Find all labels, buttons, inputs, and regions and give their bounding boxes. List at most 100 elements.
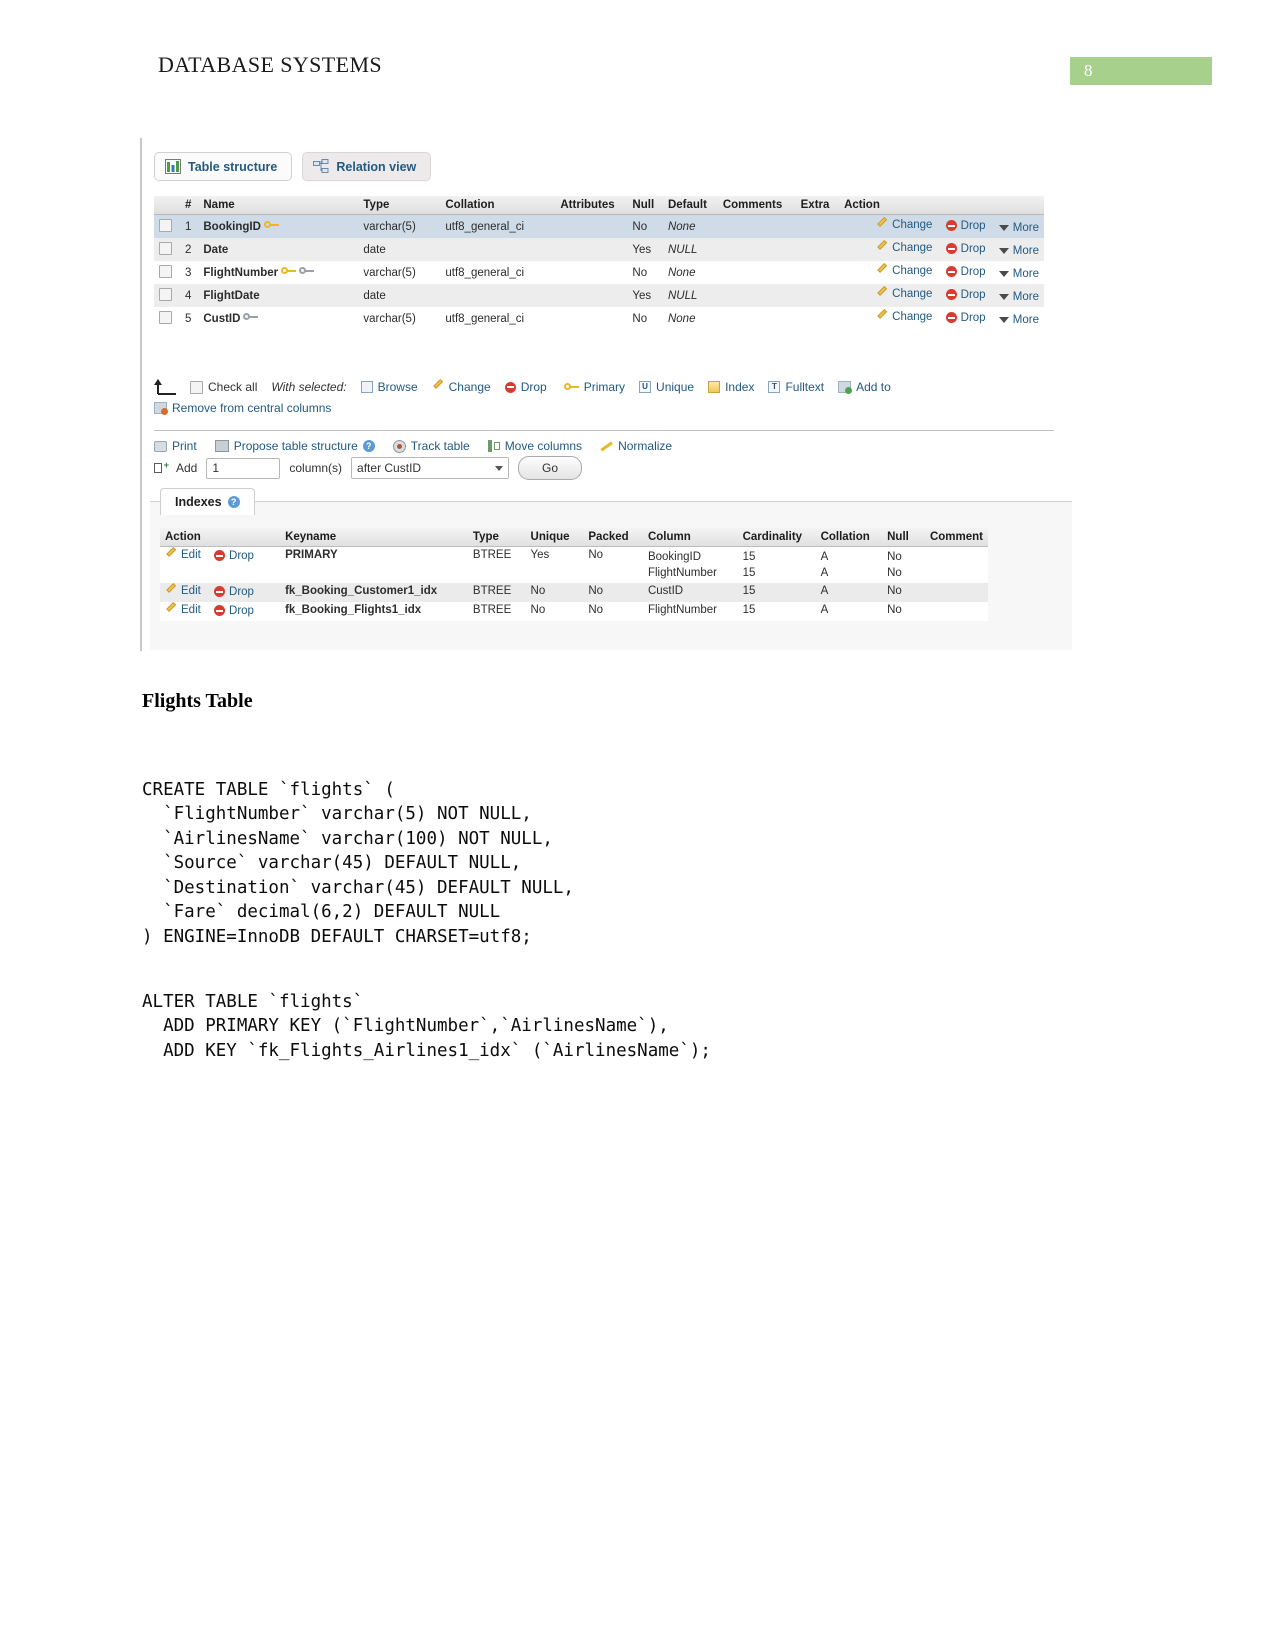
with-selected-label: With selected: xyxy=(271,380,347,394)
row-type: varchar(5) xyxy=(358,214,441,238)
check-all-control[interactable]: Check all xyxy=(190,380,257,394)
add-label: Add xyxy=(176,461,198,475)
row-type: varchar(5) xyxy=(358,307,441,330)
idx-header-collation: Collation xyxy=(815,528,883,547)
col-header-null[interactable]: Null xyxy=(627,196,663,215)
check-all-checkbox[interactable] xyxy=(190,380,203,394)
bulk-action-drop[interactable]: Drop xyxy=(504,380,547,394)
bulk-action-unique[interactable]: U Unique xyxy=(639,380,694,394)
table-structure-icon xyxy=(165,159,181,174)
action-more[interactable]: More xyxy=(998,268,1039,280)
op-propose-table-structure[interactable]: Propose table structure ? xyxy=(214,439,375,453)
index-row[interactable]: Edit Drop PRIMARY BTREE Yes No BookingID… xyxy=(160,546,988,583)
go-button[interactable]: Go xyxy=(518,456,583,480)
remove-central-columns-icon xyxy=(154,402,168,415)
index-row[interactable]: Edit Drop fk_Booking_Flights1_idx BTREE … xyxy=(160,602,988,621)
idx-header-type: Type xyxy=(467,528,526,547)
col-header-extra[interactable]: Extra xyxy=(795,196,840,215)
col-header-attributes[interactable]: Attributes xyxy=(555,196,628,215)
op-track-table[interactable]: Track table xyxy=(392,439,470,453)
action-drop[interactable]: Drop xyxy=(945,243,986,255)
action-change[interactable]: Change xyxy=(876,219,932,231)
bulk-action-primary[interactable]: Primary xyxy=(561,380,625,394)
browse-icon xyxy=(360,381,373,393)
index-icon xyxy=(708,381,721,393)
index-drop[interactable]: Drop xyxy=(214,586,254,598)
index-comment xyxy=(924,602,988,621)
col-header-collation[interactable]: Collation xyxy=(440,196,556,215)
chevron-down-icon xyxy=(998,317,1009,323)
chevron-down-icon xyxy=(998,271,1009,277)
help-icon[interactable]: ? xyxy=(362,440,375,452)
table-row[interactable]: 2 Date date Yes NULL Change Drop More xyxy=(154,238,1044,261)
table-row[interactable]: 4 FlightDate date Yes NULL Change Drop M… xyxy=(154,284,1044,307)
bulk-action-browse[interactable]: Browse xyxy=(360,380,418,394)
op-normalize[interactable]: Normalize xyxy=(600,439,672,453)
remove-from-central-columns[interactable]: Remove from central columns xyxy=(154,401,331,415)
index-drop[interactable]: Drop xyxy=(214,550,254,562)
row-checkbox[interactable] xyxy=(159,288,172,301)
table-row[interactable]: 5 CustID varchar(5) utf8_general_ci No N… xyxy=(154,307,1044,330)
action-drop[interactable]: Drop xyxy=(945,220,986,232)
eye-icon xyxy=(392,439,406,453)
table-row[interactable]: 1 BookingID varchar(5) utf8_general_ci N… xyxy=(154,214,1044,238)
index-cardinality: 15 xyxy=(737,602,816,621)
sql-alter-table-flights: ALTER TABLE `flights` ADD PRIMARY KEY (`… xyxy=(142,991,711,1061)
bulk-action-change[interactable]: Change xyxy=(432,380,491,394)
action-drop[interactable]: Drop xyxy=(945,289,986,301)
bulk-action-fulltext[interactable]: T Fulltext xyxy=(768,380,824,394)
pencil-icon xyxy=(432,381,444,393)
col-header-comments[interactable]: Comments xyxy=(717,196,796,215)
index-keyname: PRIMARY xyxy=(280,546,468,583)
chevron-down-icon xyxy=(998,225,1009,231)
action-change[interactable]: Change xyxy=(876,311,932,323)
page-number-text: 8 xyxy=(1084,61,1093,80)
row-checkbox[interactable] xyxy=(159,265,172,278)
row-checkbox[interactable] xyxy=(159,311,172,324)
index-columns: FlightNumber xyxy=(642,602,738,621)
col-header-name[interactable]: Name xyxy=(198,196,359,215)
tab-table-structure[interactable]: Table structure xyxy=(154,152,293,181)
action-change[interactable]: Change xyxy=(876,288,932,300)
row-actions: Change Drop More xyxy=(839,307,1044,330)
row-number: 3 xyxy=(180,261,199,284)
add-column-position-select[interactable]: after CustID xyxy=(351,457,510,479)
action-drop[interactable]: Drop xyxy=(945,266,986,278)
action-more[interactable]: More xyxy=(998,222,1039,234)
action-change[interactable]: Change xyxy=(876,242,932,254)
row-checkbox[interactable] xyxy=(159,219,172,232)
bulk-action-index[interactable]: Index xyxy=(708,380,754,394)
action-more[interactable]: More xyxy=(998,314,1039,326)
col-header-default[interactable]: Default xyxy=(662,196,718,215)
op-move-columns[interactable]: Move columns xyxy=(487,439,582,453)
table-row[interactable]: 3 FlightNumber varchar(5) utf8_general_c… xyxy=(154,261,1044,284)
row-comments xyxy=(717,214,796,238)
row-extra xyxy=(795,261,840,284)
index-drop[interactable]: Drop xyxy=(214,605,254,617)
pencil-icon xyxy=(165,585,177,597)
col-header-number[interactable]: # xyxy=(180,196,199,215)
index-edit[interactable]: Edit xyxy=(165,604,201,616)
row-attributes xyxy=(555,261,628,284)
index-row[interactable]: Edit Drop fk_Booking_Customer1_idx BTREE… xyxy=(160,583,988,602)
section-heading-flights-table: Flights Table xyxy=(142,690,253,712)
row-collation: utf8_general_ci xyxy=(440,307,556,330)
index-edit[interactable]: Edit xyxy=(165,585,201,597)
row-actions: Change Drop More xyxy=(839,238,1044,261)
index-edit[interactable]: Edit xyxy=(165,549,201,561)
help-icon[interactable]: ? xyxy=(227,496,240,508)
pencil-icon xyxy=(876,288,888,300)
drop-icon xyxy=(945,220,957,231)
action-drop[interactable]: Drop xyxy=(945,312,986,324)
row-name: Date xyxy=(198,238,359,261)
add-column-count-input[interactable] xyxy=(206,457,281,479)
action-more[interactable]: More xyxy=(998,291,1039,303)
op-print[interactable]: Print xyxy=(154,439,197,453)
row-checkbox[interactable] xyxy=(159,242,172,255)
col-header-type[interactable]: Type xyxy=(358,196,441,215)
action-more[interactable]: More xyxy=(998,245,1039,257)
action-change[interactable]: Change xyxy=(876,265,932,277)
row-attributes xyxy=(555,284,628,307)
tab-relation-view[interactable]: Relation view xyxy=(302,152,432,181)
bulk-action-add-to-central-columns[interactable]: Add to xyxy=(838,380,891,394)
